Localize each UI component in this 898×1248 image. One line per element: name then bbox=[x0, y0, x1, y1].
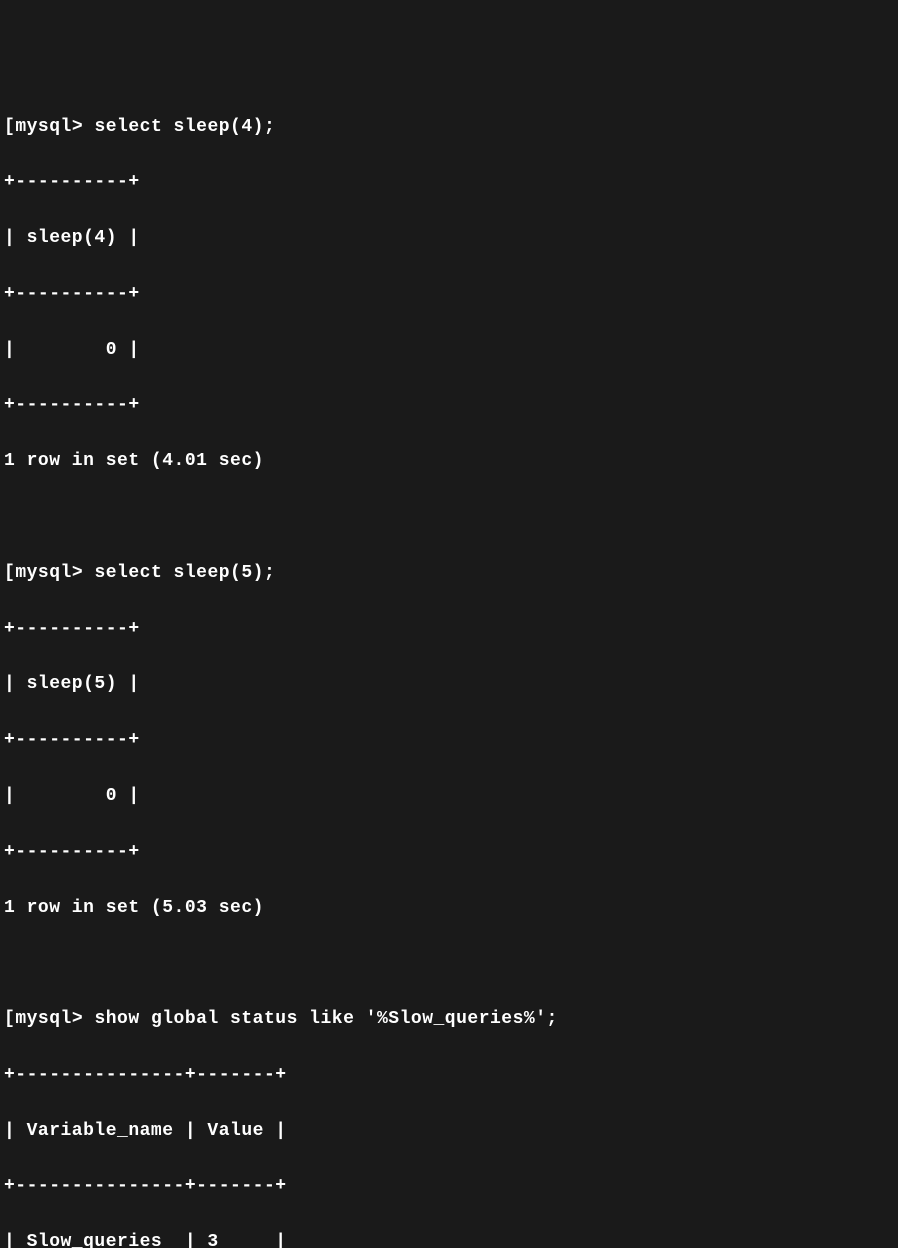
table-header: | sleep(5) | bbox=[4, 671, 894, 699]
blank-line bbox=[4, 504, 894, 532]
prompt-line-3[interactable]: [mysql> show global status like '%Slow_q… bbox=[4, 1006, 894, 1034]
bracket-open: [ bbox=[4, 1009, 15, 1029]
bracket-open: [ bbox=[4, 117, 15, 137]
table-border: +----------+ bbox=[4, 281, 894, 309]
table-border: +----------+ bbox=[4, 169, 894, 197]
blank-line bbox=[4, 950, 894, 978]
command-text: select sleep(4); bbox=[94, 117, 275, 137]
prompt-text: mysql> bbox=[15, 563, 94, 583]
table-row: | 0 | bbox=[4, 783, 894, 811]
table-border: +----------+ bbox=[4, 392, 894, 420]
command-text: show global status like '%Slow_queries%'… bbox=[94, 1009, 557, 1029]
table-row: | 0 | bbox=[4, 337, 894, 365]
table-header: | Variable_name | Value | bbox=[4, 1118, 894, 1146]
table-border: +----------+ bbox=[4, 616, 894, 644]
prompt-line-2[interactable]: [mysql> select sleep(5); bbox=[4, 560, 894, 588]
prompt-text: mysql> bbox=[15, 1009, 94, 1029]
bracket-open: [ bbox=[4, 563, 15, 583]
command-text: select sleep(5); bbox=[94, 563, 275, 583]
prompt-text: mysql> bbox=[15, 117, 94, 137]
prompt-line-1[interactable]: [mysql> select sleep(4); bbox=[4, 114, 894, 142]
table-row: | Slow_queries | 3 | bbox=[4, 1229, 894, 1248]
table-border: +---------------+-------+ bbox=[4, 1173, 894, 1201]
table-border: +----------+ bbox=[4, 839, 894, 867]
summary-text: 1 row in set (4.01 sec) bbox=[4, 448, 894, 476]
table-border: +---------------+-------+ bbox=[4, 1062, 894, 1090]
summary-text: 1 row in set (5.03 sec) bbox=[4, 895, 894, 923]
table-header: | sleep(4) | bbox=[4, 225, 894, 253]
table-border: +----------+ bbox=[4, 727, 894, 755]
